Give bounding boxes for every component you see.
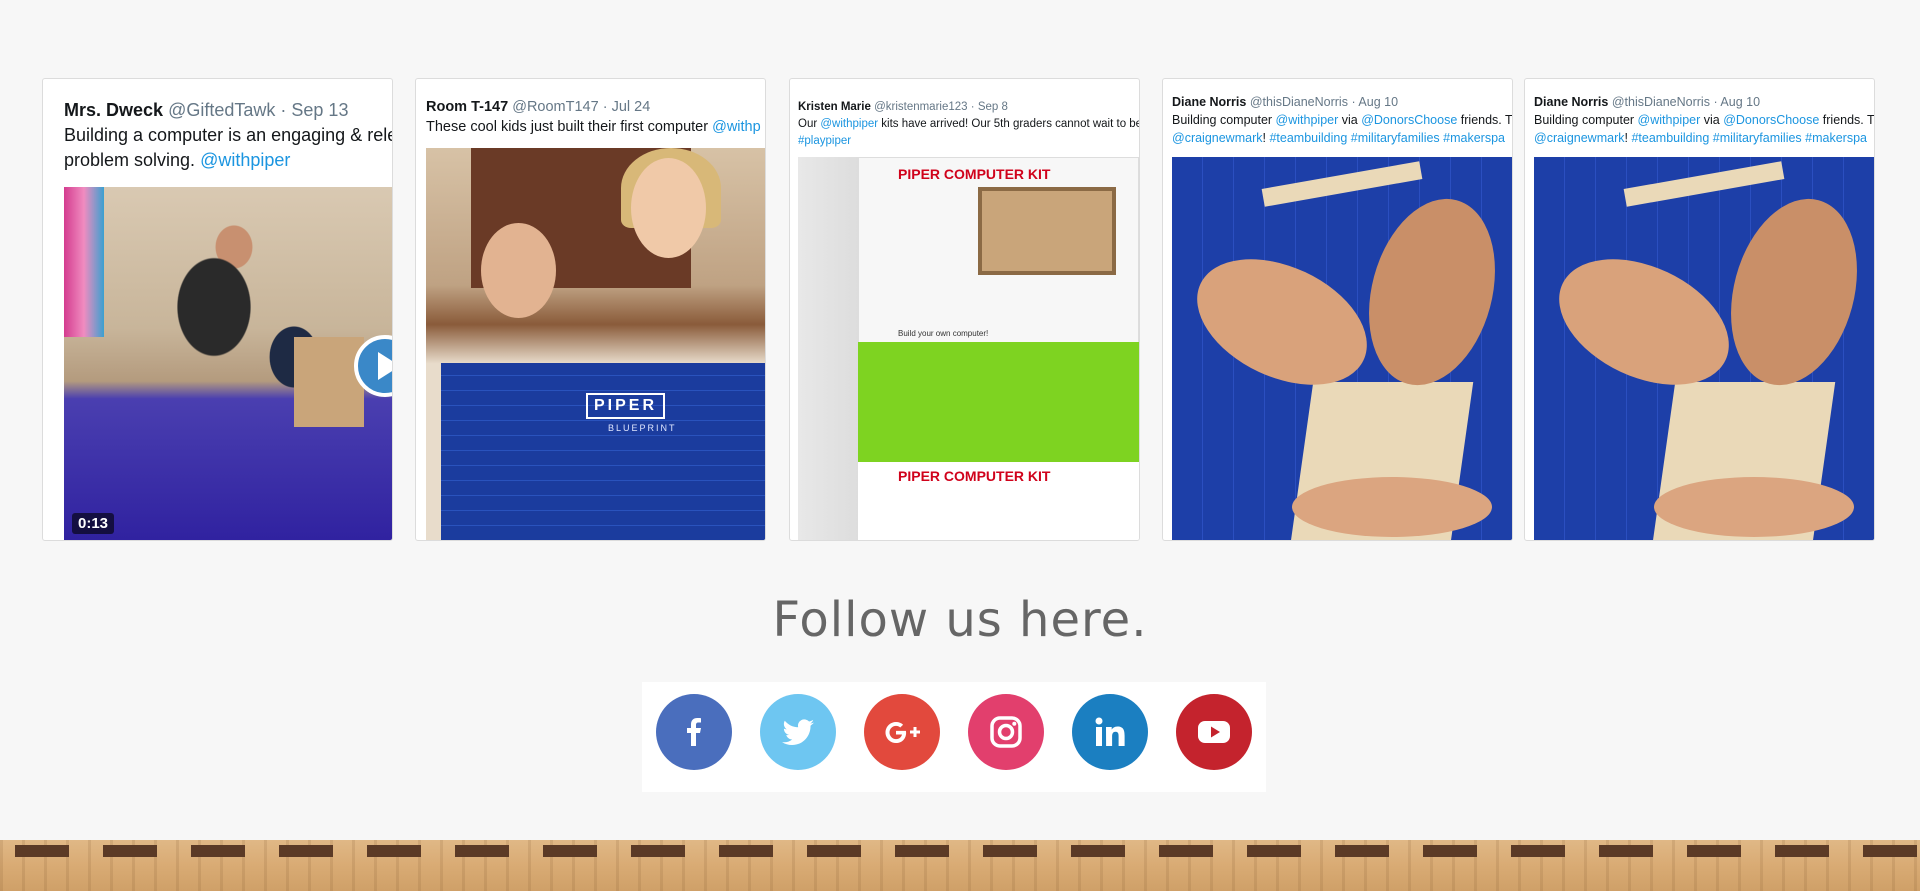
tweet-text: Building computer @withpiper via @Donors… [1534,111,1874,129]
tweet-text-line: problem solving. @withpiper [64,148,392,173]
tweet-separator: · [280,100,287,120]
box-tagline: Build your own computer! [898,329,989,338]
tweet-author-handle[interactable]: @RoomT147 [512,99,598,115]
tweet-photo[interactable]: PIPER COMPUTER KIT Build your own comput… [798,157,1139,540]
tweet-header: Diane Norris @thisDianeNorris · Aug 10 B… [1534,95,1874,145]
tweet-mention-link[interactable]: @DonorsChoose [1361,113,1457,127]
tweet-separator: · [602,99,608,115]
tweet-text-line: Building a computer is an engaging & rel… [64,125,392,145]
tweet-text-plain: Our [798,118,818,130]
tweet-date[interactable]: Aug 10 [1720,95,1760,109]
tweet-date[interactable]: Jul 24 [612,99,651,115]
box-title: PIPER COMPUTER KIT [898,166,1051,182]
twitter-link[interactable] [760,694,836,770]
follow-heading: Follow us here. [772,592,1148,648]
blueprint-subtitle: BLUEPRINT [608,423,677,433]
tweet-photo-image: PIPER BLUEPRINT [426,148,765,540]
tweet-text: Building computer @withpiper via @Donors… [1172,111,1512,129]
box-title: PIPER COMPUTER KIT [898,468,1051,484]
video-duration: 0:13 [72,513,115,534]
tweet-video[interactable]: 0:13 [64,187,392,540]
facebook-link[interactable] [656,694,732,770]
tweet-photo[interactable]: PIPER BLUEPRINT [426,148,765,540]
tweet-text: Our @withpiper kits have arrived! Our 5t… [798,116,1139,133]
tweet-header: Room T-147 @RoomT147 · Jul 24 These cool… [426,97,765,137]
tweet-header: Mrs. Dweck @GiftedTawk · Sep 13 Building… [64,98,392,173]
tweet-mention-link[interactable]: @withp [712,119,761,135]
tweet-mention-link[interactable]: @DonorsChoose [1723,113,1819,127]
tweet-photo-image [1172,157,1512,540]
tweet-photo-image: PIPER COMPUTER KIT Build your own comput… [798,157,1139,540]
tweet-author-handle[interactable]: @thisDianeNorris [1250,95,1348,109]
tweet-author-name[interactable]: Diane Norris [1172,95,1246,109]
tweet-mention-link[interactable]: @craignewmark [1534,131,1625,145]
tweet-text-plain: Building computer [1172,113,1273,127]
youtube-icon [1198,721,1230,743]
tweet-author-handle[interactable]: @kristenmarie123 [874,101,968,113]
tweet-mention-link[interactable]: @withpiper [820,118,878,130]
tweet-text-plain: friends. T [1460,113,1512,127]
tweet-hashtag-link[interactable]: #playpiper [798,135,851,147]
tweet-date[interactable]: Sep 13 [291,100,348,120]
tweet-text-plain: kits have arrived! Our 5th graders canno… [881,118,1139,130]
tweet-card-2[interactable]: Room T-147 @RoomT147 · Jul 24 These cool… [415,78,766,541]
tweet-text-plain: via [1703,113,1720,127]
tweet-card-3[interactable]: Kristen Marie @kristenmarie123 · Sep 8 O… [789,78,1140,541]
tweet-separator: · [970,101,975,113]
linkedin-link[interactable] [1072,694,1148,770]
tweet-card-5[interactable]: Diane Norris @thisDianeNorris · Aug 10 B… [1524,78,1875,541]
youtube-link[interactable] [1176,694,1252,770]
tweet-author-handle[interactable]: @GiftedTawk [168,100,275,120]
tweet-author-name[interactable]: Diane Norris [1534,95,1608,109]
tweet-text-plain: Building computer [1534,113,1635,127]
tweet-photo-image [1534,157,1874,540]
tweet-text-plain: via [1341,113,1358,127]
tweet-mention-link[interactable]: @withpiper [1638,113,1701,127]
tweet-photo[interactable] [1172,157,1512,540]
tweet-author-name[interactable]: Room T-147 [426,99,508,115]
instagram-link[interactable] [968,694,1044,770]
tweet-text-plain: problem solving. [64,150,196,170]
tweet-mention-link[interactable]: @withpiper [1276,113,1339,127]
twitter-icon [782,719,814,746]
tweet-separator: · [1713,95,1718,109]
tweet-card-1[interactable]: Mrs. Dweck @GiftedTawk · Sep 13 Building… [42,78,393,541]
tweet-text: These cool kids just built their first c… [426,117,765,137]
tweet-author-name[interactable]: Mrs. Dweck [64,100,163,120]
tweet-hashtag-links[interactable]: #teambuilding #militaryfamilies #makersp… [1269,131,1505,145]
wood-teeth-decoration [0,845,1920,857]
tweet-author-handle[interactable]: @thisDianeNorris [1612,95,1710,109]
tweet-text-plain: These cool kids just built their first c… [426,119,709,135]
tweet-date[interactable]: Sep 8 [978,101,1008,113]
tweet-mention-link[interactable]: @withpiper [200,150,290,170]
tweet-author-name[interactable]: Kristen Marie [798,101,871,113]
tweet-separator: · [1351,95,1356,109]
tweet-date[interactable]: Aug 10 [1358,95,1398,109]
tweet-mention-link[interactable]: @craignewmark [1172,131,1263,145]
tweet-text-plain: friends. T [1822,113,1874,127]
tweet-header: Kristen Marie @kristenmarie123 · Sep 8 O… [798,99,1139,150]
tweet-card-4[interactable]: Diane Norris @thisDianeNorris · Aug 10 B… [1162,78,1513,541]
tweet-text: Building a computer is an engaging & rel… [64,123,392,173]
google-plus-icon [885,722,920,743]
facebook-icon [687,718,701,746]
linkedin-icon [1095,717,1125,746]
tweet-photo[interactable] [1534,157,1874,540]
social-links-bar [642,682,1266,792]
tweet-video-thumbnail: 0:13 [64,187,392,540]
tweet-header: Diane Norris @thisDianeNorris · Aug 10 B… [1172,95,1512,145]
tweet-hashtag-links[interactable]: #teambuilding #militaryfamilies #makersp… [1631,131,1867,145]
instagram-icon [990,716,1022,748]
google-plus-link[interactable] [864,694,940,770]
blueprint-title: PIPER [586,393,666,419]
